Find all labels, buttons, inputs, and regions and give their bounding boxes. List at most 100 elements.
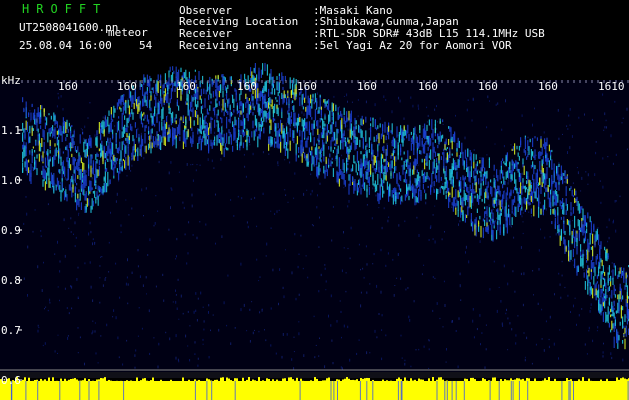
noise-speck — [612, 162, 614, 165]
signal-streak — [511, 217, 513, 225]
noise-speck — [23, 222, 25, 225]
noise-speck — [215, 124, 217, 127]
signal-streak — [442, 152, 444, 155]
signal-streak — [233, 98, 235, 108]
noise-speck — [157, 99, 159, 103]
amplitude-bar-spike — [92, 380, 94, 385]
signal-streak — [260, 69, 262, 78]
noise-speck — [127, 283, 129, 286]
x-tick-label: 160 — [297, 80, 317, 93]
noise-speck — [426, 121, 428, 123]
signal-streak — [197, 114, 199, 125]
signal-streak — [443, 148, 445, 152]
noise-speck — [243, 303, 245, 307]
signal-streak — [372, 149, 374, 157]
signal-streak — [557, 231, 559, 234]
noise-speck — [442, 123, 444, 125]
signal-streak — [403, 179, 405, 183]
signal-streak — [498, 214, 500, 221]
noise-speck — [42, 344, 44, 347]
signal-streak — [487, 192, 489, 200]
signal-streak — [148, 130, 150, 134]
signal-streak — [317, 110, 319, 114]
signal-streak — [173, 70, 175, 74]
signal-streak — [324, 123, 326, 127]
amplitude-bar-spike — [410, 378, 412, 385]
signal-streak — [487, 181, 489, 188]
amplitude-bar-spike — [246, 379, 248, 385]
signal-streak — [71, 153, 73, 158]
amplitude-bar-spike — [364, 378, 366, 385]
noise-speck — [131, 207, 133, 210]
signal-streak — [78, 166, 80, 175]
signal-streak — [570, 211, 572, 216]
amplitude-bar-spike — [136, 377, 138, 385]
signal-streak — [319, 151, 321, 162]
noise-speck — [318, 158, 320, 160]
noise-speck — [507, 282, 509, 286]
signal-streak — [97, 185, 99, 191]
signal-streak — [587, 212, 589, 219]
signal-streak — [313, 101, 315, 105]
signal-streak — [65, 146, 67, 150]
signal-streak — [402, 131, 404, 143]
signal-streak — [140, 135, 142, 147]
amplitude-bar-spike — [500, 379, 502, 386]
signal-streak — [308, 98, 310, 108]
signal-streak — [366, 143, 368, 147]
noise-speck — [324, 365, 326, 369]
noise-speck — [380, 248, 382, 252]
noise-speck — [41, 289, 43, 292]
amplitude-bar-spike — [538, 382, 540, 386]
signal-streak — [474, 168, 476, 172]
signal-streak — [154, 106, 156, 114]
signal-streak — [613, 312, 615, 319]
signal-streak — [335, 104, 337, 112]
signal-streak — [364, 162, 366, 166]
receiver-value: :RTL-SDR SDR# 43dB L15 114.1MHz USB — [313, 27, 545, 40]
signal-streak — [614, 319, 616, 326]
signal-streak — [85, 138, 87, 147]
signal-streak — [53, 185, 55, 194]
signal-streak — [109, 137, 111, 143]
noise-speck — [256, 225, 258, 228]
signal-streak — [480, 189, 482, 196]
signal-streak — [420, 194, 422, 201]
amplitude-bar-spike — [426, 382, 428, 385]
signal-streak — [121, 141, 123, 151]
signal-streak — [22, 97, 24, 103]
amplitude-bar-spike — [288, 377, 290, 385]
signal-streak — [280, 119, 282, 132]
signal-streak — [434, 124, 436, 134]
noise-speck — [604, 112, 606, 116]
noise-speck — [249, 308, 251, 311]
noise-speck — [122, 363, 124, 366]
signal-streak — [200, 98, 202, 104]
noise-speck — [295, 297, 297, 301]
signal-streak — [422, 183, 424, 190]
signal-streak — [167, 130, 169, 142]
noise-speck — [510, 144, 512, 146]
signal-streak — [594, 284, 596, 296]
signal-streak — [439, 118, 441, 124]
noise-speck — [246, 221, 248, 224]
signal-streak — [343, 136, 345, 142]
signal-streak — [331, 136, 333, 142]
signal-streak — [112, 119, 114, 122]
signal-streak — [451, 202, 453, 206]
amplitude-bar-spike — [504, 379, 506, 386]
signal-streak — [382, 123, 384, 131]
noise-speck — [443, 280, 445, 283]
noise-speck — [626, 148, 628, 150]
noise-speck — [479, 240, 481, 243]
signal-streak — [200, 106, 202, 114]
noise-speck — [432, 309, 434, 312]
signal-streak — [247, 100, 249, 111]
signal-streak — [456, 171, 458, 180]
signal-streak — [22, 168, 24, 173]
signal-streak — [77, 193, 79, 199]
signal-streak — [529, 202, 531, 205]
signal-streak — [289, 77, 291, 89]
signal-streak — [400, 144, 402, 156]
noise-speck — [583, 269, 585, 271]
